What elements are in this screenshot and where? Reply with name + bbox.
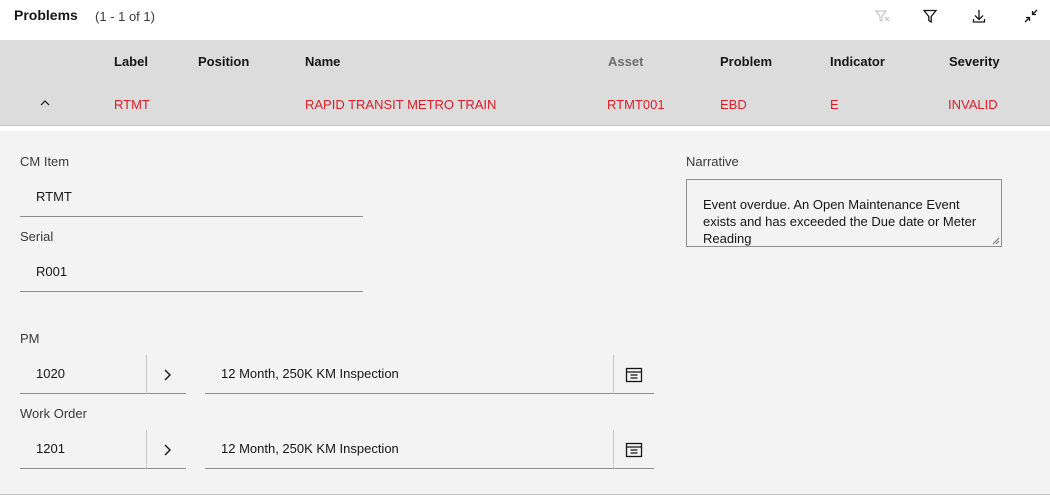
cell-name: RAPID TRANSIT METRO TRAIN (305, 97, 497, 112)
narrative-text: Event overdue. An Open Maintenance Event… (703, 197, 977, 246)
clear-filter-icon[interactable] (870, 6, 894, 26)
cm-item-field[interactable]: RTMT (20, 178, 363, 217)
work-order-description-field[interactable]: 12 Month, 250K KM Inspection (205, 430, 654, 469)
cm-item-value: RTMT (36, 189, 72, 204)
record-count: (1 - 1 of 1) (95, 9, 155, 24)
table-header: Label Position Name Asset Problem Indica… (0, 40, 1050, 84)
cell-label: RTMT (114, 97, 150, 112)
cell-problem: EBD (720, 97, 747, 112)
resize-grip-icon[interactable] (992, 237, 1000, 245)
work-order-value: 1201 (36, 441, 65, 456)
row-detail-panel: CM Item RTMT Serial R001 PM 1020 12 Mont… (0, 131, 1050, 495)
page-title: Problems (14, 7, 78, 23)
pm-description-field[interactable]: 12 Month, 250K KM Inspection (205, 355, 654, 394)
work-order-navigate-button[interactable] (147, 430, 186, 469)
column-header-severity[interactable]: Severity (949, 54, 1000, 69)
pm-description: 12 Month, 250K KM Inspection (221, 366, 399, 381)
serial-label: Serial (20, 229, 54, 244)
chevron-right-icon (164, 369, 171, 380)
cm-item-label: CM Item (20, 154, 70, 169)
pm-navigate-button[interactable] (147, 355, 186, 394)
work-order-description: 12 Month, 250K KM Inspection (221, 441, 399, 456)
work-order-field[interactable]: 1201 (20, 430, 186, 469)
column-header-position[interactable]: Position (198, 54, 249, 69)
pm-label: PM (20, 331, 40, 346)
cell-severity: INVALID (948, 97, 998, 112)
details-icon (625, 442, 643, 457)
cell-indicator: E (830, 97, 839, 112)
problems-header: Problems (1 - 1 of 1) (0, 0, 1050, 40)
details-icon (625, 367, 643, 382)
column-header-label[interactable]: Label (114, 54, 148, 69)
table-row[interactable]: RTMT RAPID TRANSIT METRO TRAIN RTMT001 E… (0, 84, 1050, 126)
pm-details-button[interactable] (614, 355, 654, 394)
column-header-problem[interactable]: Problem (720, 54, 772, 69)
column-header-name[interactable]: Name (305, 54, 340, 69)
pm-value: 1020 (36, 366, 65, 381)
serial-field[interactable]: R001 (20, 253, 363, 292)
filter-icon[interactable] (918, 6, 942, 26)
collapse-icon[interactable] (1019, 6, 1043, 26)
narrative-textarea[interactable]: Event overdue. An Open Maintenance Event… (686, 179, 1002, 247)
narrative-label: Narrative (686, 154, 739, 169)
work-order-details-button[interactable] (614, 430, 654, 469)
pm-field[interactable]: 1020 (20, 355, 186, 394)
download-icon[interactable] (967, 6, 991, 26)
column-header-indicator[interactable]: Indicator (830, 54, 885, 69)
serial-value: R001 (36, 264, 68, 279)
work-order-label: Work Order (20, 406, 87, 421)
chevron-right-icon (164, 444, 171, 455)
chevron-up-icon[interactable] (36, 94, 54, 112)
cell-asset: RTMT001 (607, 97, 665, 112)
column-header-asset[interactable]: Asset (608, 54, 643, 69)
